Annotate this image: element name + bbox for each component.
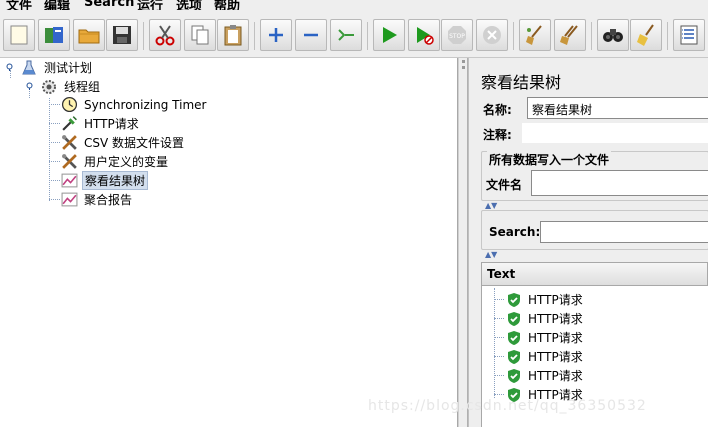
toolbar: STOP [0,10,708,58]
collapse-toggle-icon[interactable] [25,81,34,90]
tree-node-test-plan[interactable]: 测试计划 [20,58,94,77]
clear-all-button[interactable] [554,19,586,51]
success-shield-icon [508,292,520,307]
open-icon [78,29,100,44]
collapse-arrows-icon[interactable]: ▲▼ [485,250,497,259]
function-helper-button[interactable] [673,19,705,51]
tree-node-http-request[interactable]: HTTP请求 [60,114,141,133]
shutdown-icon [483,26,501,44]
comment-field[interactable] [521,122,708,144]
page-title: 察看结果树 [481,73,562,92]
templates-icon [45,27,63,43]
templates-button[interactable] [38,19,70,51]
toggle-button[interactable] [330,19,362,51]
copy-button[interactable] [184,19,216,51]
test-plan-icon [20,59,38,77]
result-item[interactable]: HTTP请求 [506,309,583,328]
tree-node-synchronizing-timer[interactable]: Synchronizing Timer [60,95,208,114]
timer-icon [60,96,78,114]
name-field[interactable]: 察看结果树 [527,97,708,119]
tree-node-csv-data-set[interactable]: CSV 数据文件设置 [60,133,186,152]
listener-icon [60,191,78,209]
shutdown-button[interactable] [476,19,508,51]
filename-label: 文件名 [486,178,523,192]
collapse-all-button[interactable] [295,19,327,51]
listener-icon [60,172,78,190]
success-shield-icon [508,330,520,345]
menu-bar: 文件 编辑 Search 运行 选项 帮助 [0,0,708,10]
reset-search-icon [637,24,654,46]
start-icon [383,27,397,43]
clear-icon [526,25,542,45]
success-shield-icon [508,368,520,383]
toggle-icon [338,29,354,41]
watermark: https://blog.csdn.net/qq_36350532 [368,398,647,414]
tree-node-label: CSV 数据文件设置 [84,136,185,150]
start-no-pause-button[interactable] [408,19,440,51]
menu-run[interactable]: 运行 [137,0,163,10]
start-button[interactable] [373,19,405,51]
cut-button[interactable] [149,19,181,51]
result-item[interactable]: HTTP请求 [506,290,583,309]
reset-search-button[interactable] [630,19,662,51]
search-button[interactable] [597,19,629,51]
tree-node-label: 线程组 [64,80,101,94]
collapse-icon [304,33,318,37]
new-button[interactable] [3,19,35,51]
paste-icon [224,25,242,46]
config-tools-icon [60,134,78,152]
tree-node-view-results-tree[interactable]: 察看结果树 [60,171,149,190]
search-label: Search: [489,225,541,239]
tree-node-label: 聚合报告 [84,193,133,207]
svg-text:STOP: STOP [449,33,465,40]
menu-file[interactable]: 文件 [6,0,32,10]
paste-button[interactable] [217,19,249,51]
menu-options[interactable]: 选项 [176,0,202,10]
tree-node-label: 测试计划 [44,61,93,75]
copy-icon [191,25,209,45]
text-column-header[interactable]: Text [481,262,708,286]
clear-button[interactable] [519,19,551,51]
collapse-toggle-icon[interactable] [5,62,14,71]
comment-label: 注释: [483,128,512,142]
success-shield-icon [508,311,520,326]
name-label: 名称: [483,103,512,117]
fieldset-title: 所有数据写入一个文件 [487,151,612,168]
split-divider[interactable] [458,58,468,427]
search-input[interactable] [540,221,708,243]
test-plan-tree: 测试计划 线程组 Synchronizing Timer HTTP请求 CSV … [0,58,458,427]
open-button[interactable] [73,19,105,51]
clear-all-icon [560,25,578,45]
tree-node-user-defined-variables[interactable]: 用户定义的变量 [60,152,170,171]
tree-node-label: 用户定义的变量 [84,155,169,169]
gear-icon [40,78,58,96]
function-helper-icon [680,25,698,45]
filename-field[interactable] [531,170,708,196]
tree-node-aggregate-report[interactable]: 聚合报告 [60,190,134,209]
expand-all-button[interactable] [260,19,292,51]
new-icon [10,25,28,45]
tree-node-label: HTTP请求 [84,117,139,131]
cut-icon [155,25,175,46]
success-shield-icon [508,349,520,364]
stop-icon: STOP [448,26,466,44]
sampler-icon [60,115,78,133]
tree-node-label: Synchronizing Timer [84,97,207,112]
collapse-arrows-icon[interactable]: ▲▼ [485,201,497,210]
tree-node-label: 察看结果树 [82,171,149,190]
result-item[interactable]: HTTP请求 [506,366,583,385]
stop-button[interactable]: STOP [441,19,473,51]
result-item[interactable]: HTTP请求 [506,328,583,347]
result-item[interactable]: HTTP请求 [506,347,583,366]
config-tools-icon [60,153,78,171]
menu-edit[interactable]: 编辑 [44,0,70,10]
search-icon [603,29,623,42]
menu-search[interactable]: Search [84,0,134,10]
menu-help[interactable]: 帮助 [214,0,240,10]
save-button[interactable] [106,19,138,51]
start-no-pause-icon [417,27,434,45]
tree-node-thread-group[interactable]: 线程组 [40,77,102,96]
expand-icon [269,28,283,42]
save-icon [113,26,131,44]
